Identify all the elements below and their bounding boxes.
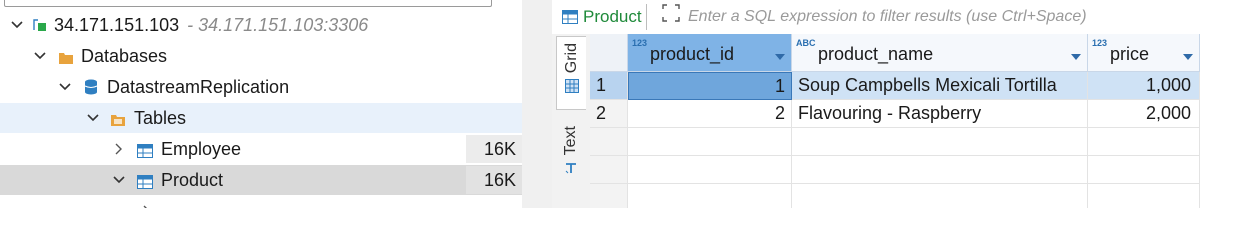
results-grid: 123 product_id ABC product_name 123 pric…: [590, 34, 1254, 208]
databases-label: Databases: [81, 45, 168, 66]
chevron-down-icon[interactable]: [58, 80, 72, 94]
chevron-right-icon[interactable]: [112, 142, 126, 156]
navigator-search-field[interactable]: [4, 0, 492, 7]
numeric-type-icon: 123: [1092, 38, 1108, 48]
tab-text[interactable]: Text: [556, 118, 586, 198]
row-number[interactable]: 2: [590, 100, 628, 128]
table-size: 16K: [466, 135, 522, 163]
cell-empty: [792, 184, 1088, 208]
database-icon: [84, 79, 100, 95]
folder-icon: [58, 49, 74, 65]
table-tab-label: Product: [583, 7, 642, 26]
tree-node-connection[interactable]: 34.171.151.103- 34.171.151.103:3306: [0, 10, 522, 40]
row-number-empty: [590, 156, 628, 184]
folder-icon: [163, 204, 179, 208]
table-size: 16K: [466, 166, 522, 194]
sort-dropdown-icon[interactable]: [775, 46, 785, 67]
cell-empty: [792, 128, 1088, 156]
cell-price[interactable]: 2,000: [1088, 100, 1200, 128]
tree-node-table-product[interactable]: Product 16K: [0, 165, 522, 195]
row-number-header[interactable]: [590, 34, 628, 72]
table-icon: [137, 173, 153, 189]
empty-row: [590, 184, 1200, 208]
filter-input[interactable]: [688, 6, 1248, 28]
column-header-price[interactable]: 123 price: [1088, 34, 1200, 72]
tab-grid-label: Grid: [562, 43, 580, 74]
column-header-product-id[interactable]: 123 product_id: [628, 34, 792, 72]
row-number-empty: [590, 128, 628, 156]
column-title: product_id: [650, 44, 735, 64]
cell-empty: [1088, 184, 1200, 208]
cell-price[interactable]: 1,000: [1088, 72, 1200, 100]
cell-empty: [792, 156, 1088, 184]
row-number[interactable]: 1: [590, 72, 628, 100]
chevron-down-icon[interactable]: [10, 18, 24, 32]
sort-dropdown-icon[interactable]: [1183, 46, 1193, 67]
cell-empty: [628, 128, 792, 156]
tab-grid[interactable]: Grid: [556, 36, 586, 110]
table-label-product: Product: [161, 169, 224, 190]
chevron-down-icon[interactable]: [86, 111, 100, 125]
text-type-icon: ABC: [796, 38, 816, 48]
tree-node-partial[interactable]: [0, 196, 522, 208]
cell-product-name[interactable]: Soup Campbells Mexicali Tortilla: [792, 72, 1088, 100]
cell-product-id[interactable]: 1: [628, 72, 792, 100]
table-label-employee: Employee: [161, 138, 242, 159]
panel-splitter[interactable]: [522, 0, 552, 208]
cell-product-name[interactable]: Flavouring - Raspberry: [792, 100, 1088, 128]
text-icon: [564, 161, 578, 178]
grid-icon: [564, 79, 579, 98]
tree-node-table-employee[interactable]: Employee 16K: [0, 134, 522, 164]
cell-empty: [1088, 128, 1200, 156]
database-label: DatastreamReplication: [107, 76, 290, 97]
column-title: price: [1110, 44, 1150, 64]
tables-label: Tables: [134, 107, 187, 128]
column-header-product-name[interactable]: ABC product_name: [792, 34, 1088, 72]
cell-empty: [628, 156, 792, 184]
connection-label: 34.171.151.103- 34.171.151.103:3306: [54, 14, 369, 35]
column-title: product_name: [818, 44, 934, 64]
table-icon: [137, 142, 153, 158]
chevron-down-icon[interactable]: [112, 173, 126, 187]
table-row[interactable]: 2 2 Flavouring - Raspberry 2,000: [590, 100, 1200, 128]
cell-empty: [1088, 156, 1200, 184]
data-editor: Product Grid Text 123 product_id: [552, 0, 1254, 208]
table-tab[interactable]: Product: [562, 4, 647, 30]
sort-dropdown-icon[interactable]: [1071, 46, 1081, 67]
table-icon: [562, 10, 578, 24]
folder-icon: [110, 111, 126, 127]
view-switcher: Grid Text: [552, 34, 591, 208]
table-row[interactable]: 1 1 Soup Campbells Mexicali Tortilla 1,0…: [590, 72, 1200, 100]
empty-row: [590, 128, 1200, 156]
numeric-type-icon: 123: [632, 38, 648, 48]
row-number-empty: [590, 184, 628, 208]
filter-bar: Product: [552, 0, 1254, 35]
mysql-connection-icon: [32, 17, 48, 33]
tree-node-database[interactable]: DatastreamReplication: [0, 72, 522, 102]
tree-node-databases[interactable]: Databases: [0, 41, 522, 71]
chevron-right-icon[interactable]: [140, 204, 154, 208]
cell-product-id[interactable]: 2: [628, 100, 792, 128]
cell-empty: [628, 184, 792, 208]
tab-text-label: Text: [562, 126, 579, 156]
connection-detail: - 34.171.151.103:3306: [187, 14, 369, 35]
chevron-down-icon[interactable]: [33, 49, 47, 63]
tree-node-tables[interactable]: Tables: [0, 103, 522, 133]
empty-row: [590, 156, 1200, 184]
database-navigator: 34.171.151.103- 34.171.151.103:3306 Data…: [0, 0, 522, 208]
expand-icon[interactable]: [660, 2, 682, 24]
